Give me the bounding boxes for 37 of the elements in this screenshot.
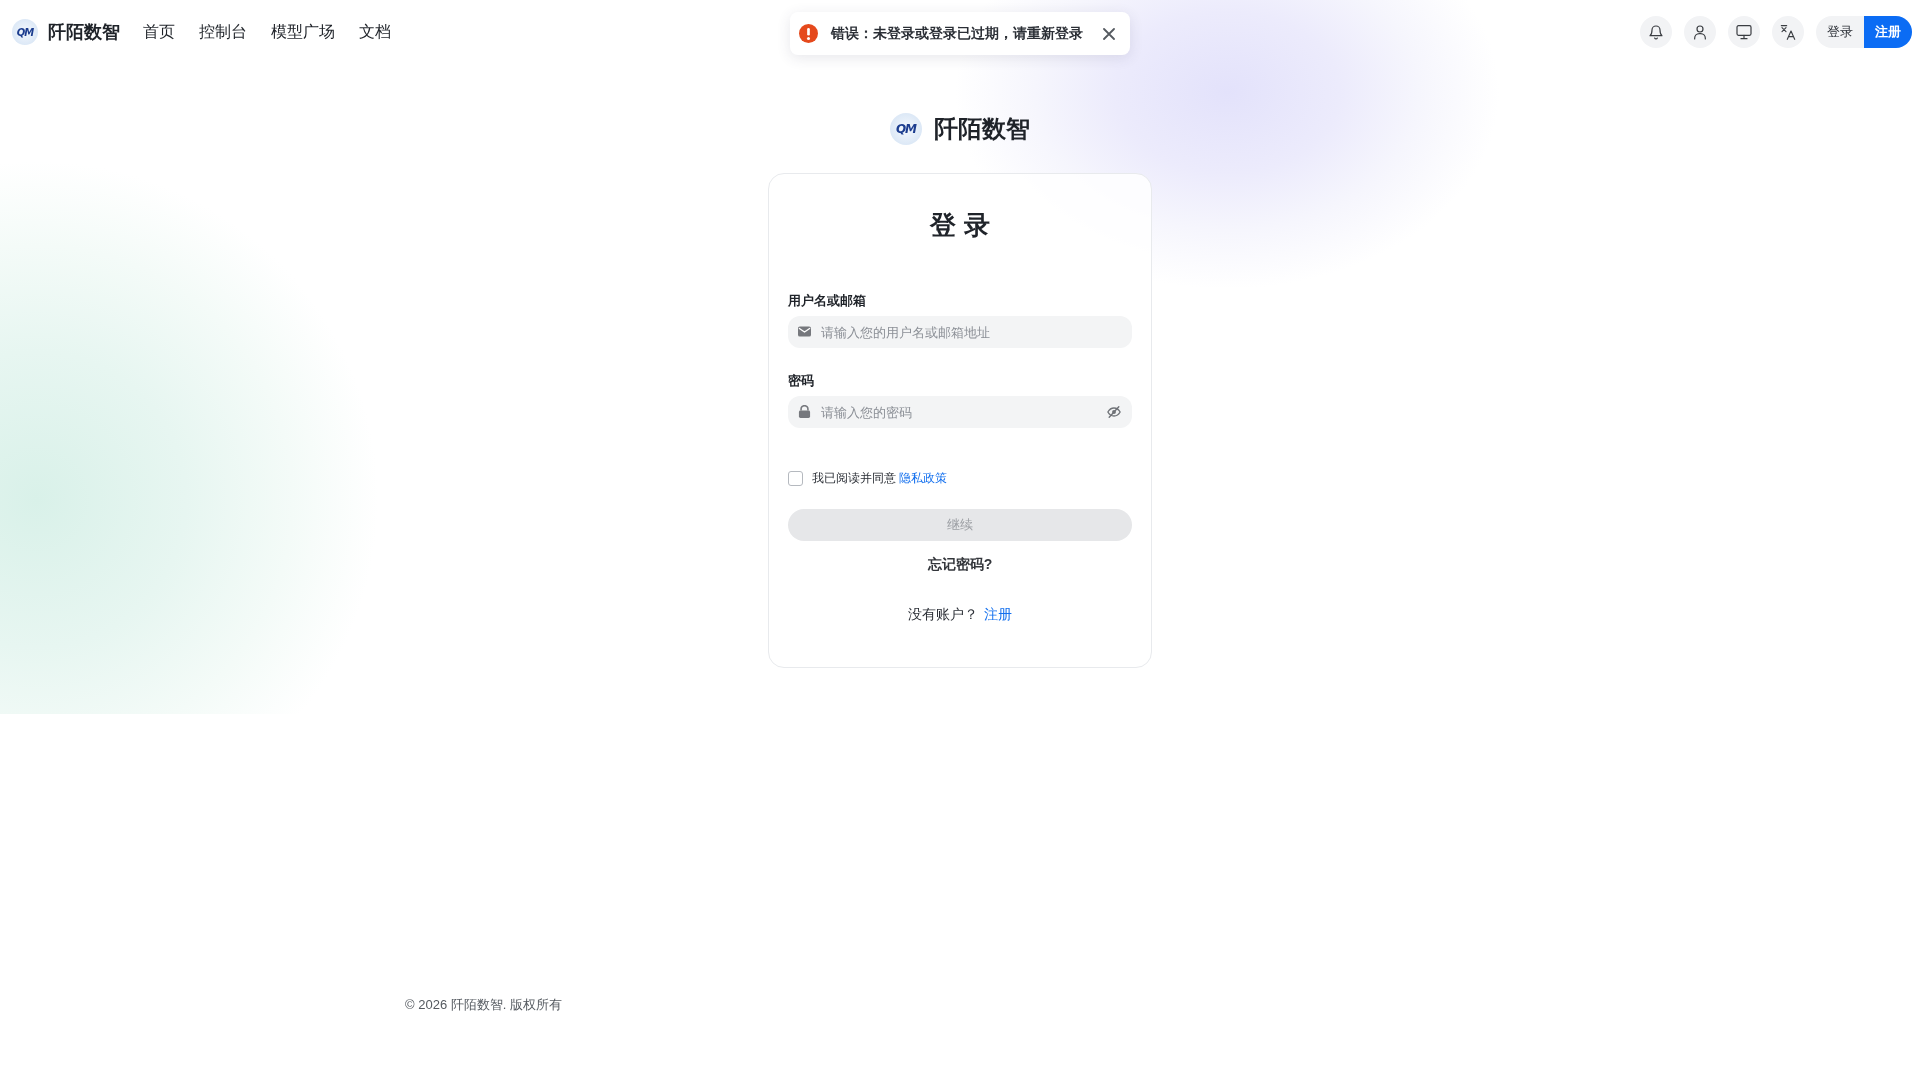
- nav-link[interactable]: 模型广场: [271, 21, 335, 43]
- close-icon: [1103, 27, 1115, 40]
- signup-prompt: 没有账户？: [908, 605, 978, 624]
- monitor-icon: [1736, 24, 1752, 40]
- copyright-text: © 2026 阡陌数智. 版权所有: [405, 997, 562, 1012]
- eye-slash-icon[interactable]: [1107, 405, 1121, 419]
- brand-name-link[interactable]: 阡陌数智: [48, 20, 120, 44]
- field-label: 密码: [788, 372, 814, 390]
- error-icon: [799, 24, 818, 43]
- password-field[interactable]: 请输入您的密码: [788, 396, 1132, 428]
- login-button[interactable]: 登录: [1816, 16, 1864, 48]
- agreement-checkbox[interactable]: [788, 470, 803, 486]
- notification-button[interactable]: [1640, 16, 1672, 48]
- signup-button[interactable]: 注册: [1864, 16, 1912, 48]
- nav-link[interactable]: 文档: [359, 21, 391, 43]
- nav-link[interactable]: 控制台: [199, 21, 247, 43]
- login-title: 登录: [928, 209, 998, 242]
- signup-link[interactable]: 注册: [984, 604, 1012, 624]
- forgot-password-link[interactable]: 忘记密码?: [927, 554, 993, 574]
- envelope-icon: [798, 325, 811, 338]
- language-button[interactable]: [1772, 16, 1804, 48]
- logo-mark: QM: [890, 113, 922, 145]
- user-icon: [1692, 24, 1708, 40]
- toast-message: 错误：未登录或登录已过期，请重新登录: [831, 24, 1083, 43]
- translate-icon: [1780, 24, 1796, 40]
- agreement-text: 我已阅读并同意: [812, 470, 896, 487]
- bell-icon: [1648, 24, 1664, 40]
- close-button[interactable]: [1102, 26, 1116, 41]
- nav-link[interactable]: 首页: [143, 21, 175, 43]
- logo-mark: QM: [12, 19, 38, 45]
- privacy-policy-link[interactable]: 隐私政策: [899, 469, 947, 487]
- display-button[interactable]: [1728, 16, 1760, 48]
- email-field[interactable]: 请输入您的用户名或邮箱地址: [788, 316, 1132, 348]
- user-button[interactable]: [1684, 16, 1716, 48]
- field-label: 用户名或邮箱: [788, 292, 866, 310]
- lock-icon: [798, 405, 811, 418]
- brand-name: 阡陌数智: [934, 114, 1030, 144]
